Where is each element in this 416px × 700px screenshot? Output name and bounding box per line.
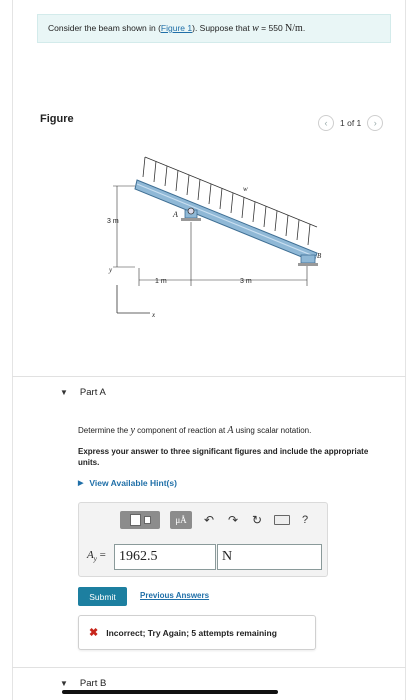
units-button[interactable]: μÅ bbox=[170, 511, 192, 529]
figure-pager: ‹ 1 of 1 › bbox=[318, 115, 384, 131]
divider-bottom bbox=[12, 667, 406, 668]
question-prefix: Determine the bbox=[78, 426, 131, 435]
x-icon: ✖ bbox=[89, 627, 99, 639]
view-hints-link[interactable]: ▶ View Available Hint(s) bbox=[78, 478, 177, 488]
collapse-triangle-icon[interactable]: ▼ bbox=[60, 388, 68, 397]
math-toolbar: μÅ ↶ ↷ ↻ ? bbox=[120, 511, 310, 529]
pager-text: 1 of 1 bbox=[340, 118, 362, 128]
part-b-header[interactable]: ▼ Part B bbox=[60, 678, 106, 689]
label-b: B bbox=[317, 252, 322, 260]
keyboard-icon[interactable] bbox=[274, 511, 290, 529]
label-3m: 3 m bbox=[240, 278, 252, 285]
expand-triangle-icon: ▶ bbox=[78, 480, 84, 487]
template-icon[interactable] bbox=[120, 511, 160, 529]
problem-text-suffix: . bbox=[302, 23, 306, 33]
redo-icon[interactable]: ↷ bbox=[226, 511, 240, 529]
feedback-message: ✖ Incorrect; Try Again; 5 attempts remai… bbox=[78, 615, 316, 650]
hint-label: View Available Hint(s) bbox=[89, 478, 177, 488]
part-a-question: Determine the y component of reaction at… bbox=[78, 425, 311, 436]
previous-answers-link[interactable]: Previous Answers bbox=[140, 591, 209, 600]
label-w: w bbox=[243, 185, 248, 193]
label-height: 3 m bbox=[107, 218, 119, 225]
load-unit: N/m bbox=[285, 23, 303, 34]
answer-label-eq: = bbox=[96, 549, 106, 561]
undo-icon[interactable]: ↶ bbox=[202, 511, 216, 529]
part-a-title: Part A bbox=[79, 387, 106, 398]
question-middle: component of reaction at bbox=[134, 426, 228, 435]
length-dimensions bbox=[138, 222, 308, 286]
support-b bbox=[298, 254, 318, 266]
feedback-text: Incorrect; Try Again; 5 attempts remaini… bbox=[106, 627, 277, 638]
figure-title: Figure bbox=[40, 113, 74, 125]
collapse-triangle-icon[interactable]: ▼ bbox=[60, 679, 68, 688]
part-a-header[interactable]: ▼ Part A bbox=[60, 387, 106, 398]
divider-top bbox=[12, 376, 406, 377]
chevron-left-icon[interactable]: ‹ bbox=[318, 115, 334, 131]
label-y: y bbox=[108, 266, 113, 274]
beam-figure: w A B 3 m 1 m 3 m y x bbox=[107, 156, 322, 319]
reset-icon[interactable]: ↻ bbox=[250, 511, 264, 529]
label-1m: 1 m bbox=[155, 278, 167, 285]
label-a: A bbox=[172, 210, 178, 219]
part-a-instruction: Express your answer to three significant… bbox=[78, 447, 369, 467]
problem-text-middle: ). Suppose that bbox=[192, 23, 253, 33]
load-value: = 550 bbox=[258, 23, 286, 33]
axes bbox=[116, 285, 150, 314]
part-b-title: Part B bbox=[79, 678, 107, 689]
beam bbox=[134, 179, 318, 263]
question-suffix: using scalar notation. bbox=[233, 426, 312, 435]
home-indicator bbox=[62, 690, 278, 694]
answer-label-letter: A bbox=[87, 549, 94, 561]
help-button[interactable]: ? bbox=[300, 511, 310, 529]
answer-unit-input[interactable]: N bbox=[217, 544, 322, 570]
answer-label: Ay = bbox=[87, 549, 106, 563]
load-variable: w bbox=[252, 23, 259, 34]
figure-link[interactable]: Figure 1 bbox=[161, 23, 192, 33]
height-dimension bbox=[113, 185, 135, 268]
problem-text-prefix: Consider the beam shown in ( bbox=[48, 23, 161, 33]
label-x: x bbox=[151, 311, 156, 319]
submit-button[interactable]: Submit bbox=[78, 587, 127, 606]
chevron-right-icon[interactable]: › bbox=[367, 115, 384, 131]
problem-statement: Consider the beam shown in (Figure 1). S… bbox=[37, 14, 391, 43]
answer-panel: μÅ ↶ ↷ ↻ ? Ay = 1962.5 N bbox=[78, 502, 328, 577]
answer-value-input[interactable]: 1962.5 bbox=[114, 544, 216, 570]
